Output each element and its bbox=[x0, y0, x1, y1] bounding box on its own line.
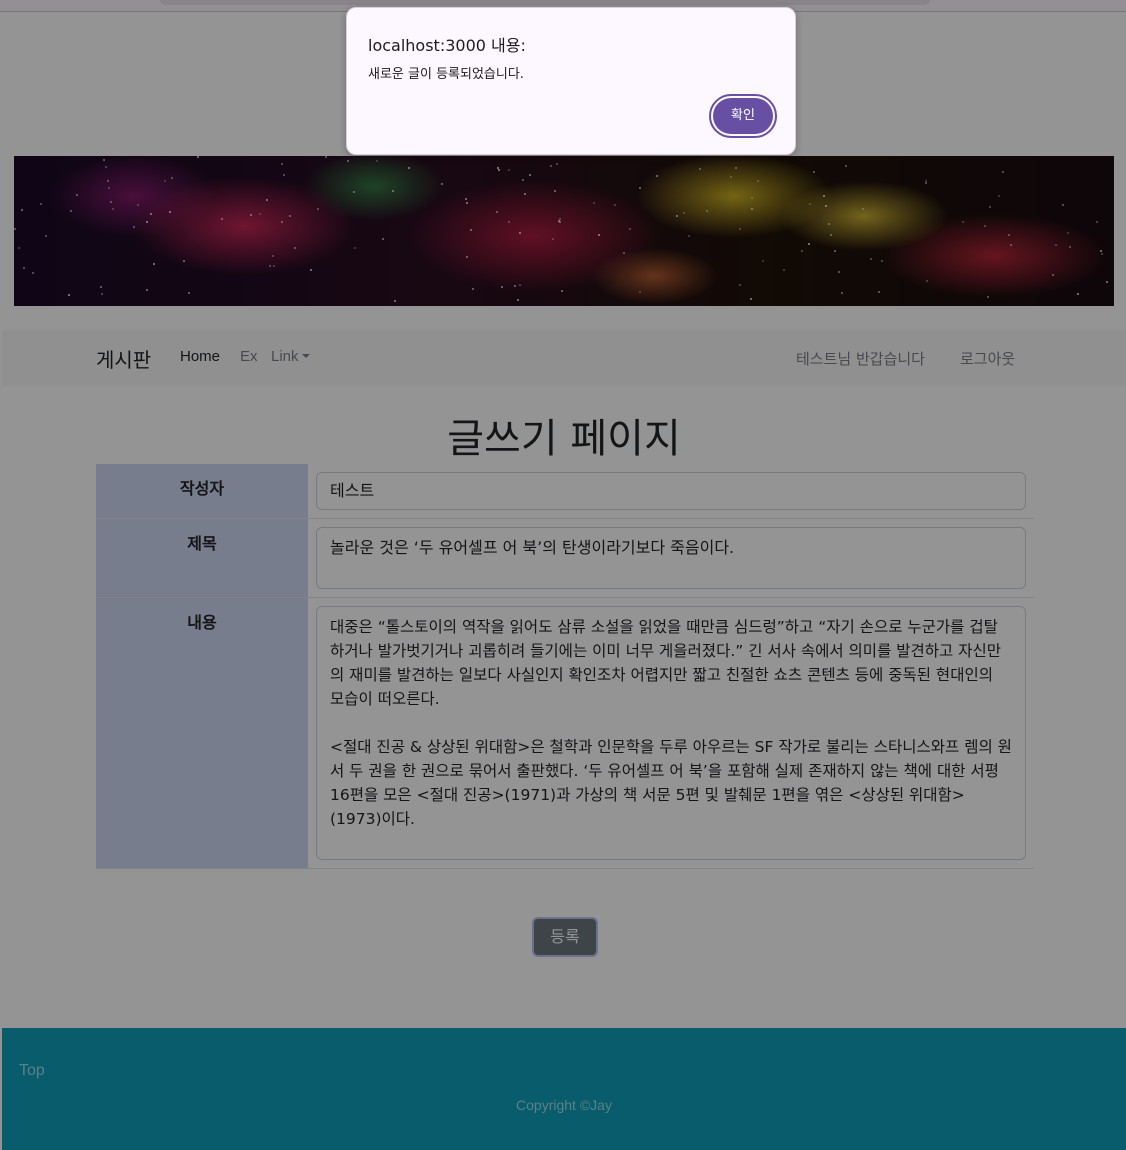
modal-backdrop bbox=[0, 0, 1126, 1150]
dialog-message: 새로운 글이 등록되었습니다. bbox=[368, 67, 524, 82]
dialog-ok-button[interactable]: 확인 bbox=[709, 94, 777, 138]
alert-dialog: localhost:3000 내용: 새로운 글이 등록되었습니다. 확인 bbox=[346, 7, 796, 155]
dialog-origin-title: localhost:3000 내용: bbox=[368, 36, 526, 55]
dialog-ok-label: 확인 bbox=[713, 98, 773, 134]
